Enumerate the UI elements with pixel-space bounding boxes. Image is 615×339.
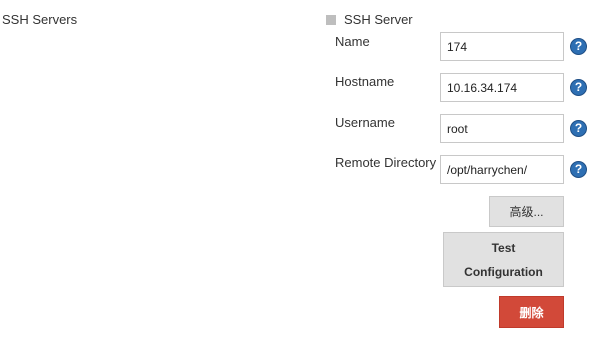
username-label: Username: [335, 115, 395, 130]
delete-button[interactable]: 删除: [499, 296, 564, 328]
remote-directory-label: Remote Directory: [335, 155, 437, 170]
hostname-help-icon[interactable]: ?: [570, 79, 587, 96]
username-help-icon[interactable]: ?: [570, 120, 587, 137]
drag-handle-icon[interactable]: [326, 14, 336, 25]
ssh-server-header: SSH Server: [326, 12, 413, 27]
name-help-icon[interactable]: ?: [570, 38, 587, 55]
advanced-button[interactable]: 高级...: [489, 196, 564, 227]
hostname-label: Hostname: [335, 74, 395, 89]
name-label: Name: [335, 34, 370, 49]
test-configuration-label-line2: Configuration: [464, 265, 543, 279]
ssh-server-title: SSH Server: [344, 12, 413, 27]
hostname-input[interactable]: [440, 73, 564, 102]
username-input[interactable]: [440, 114, 564, 143]
remote-directory-help-icon[interactable]: ?: [570, 161, 587, 178]
test-configuration-button[interactable]: Test Configuration: [443, 232, 564, 287]
name-input[interactable]: [440, 32, 564, 61]
remote-directory-input[interactable]: [440, 155, 564, 184]
test-configuration-label-line1: Test: [491, 241, 516, 255]
section-label: SSH Servers: [2, 12, 78, 27]
